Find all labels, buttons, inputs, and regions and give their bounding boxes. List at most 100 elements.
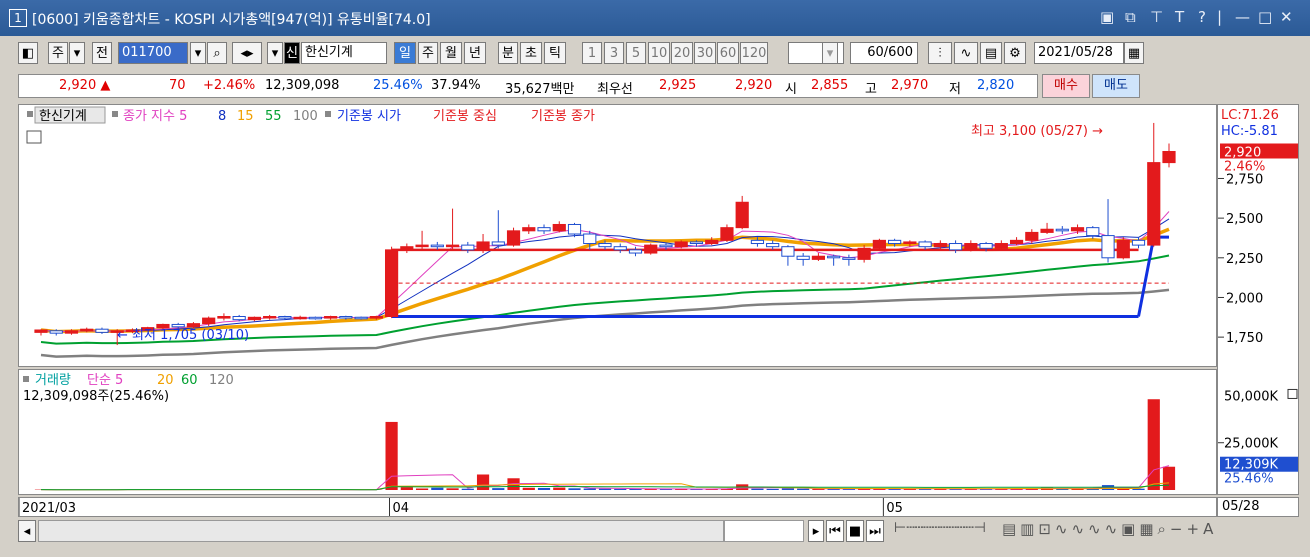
scroll-right-icon[interactable]: ▸ xyxy=(808,520,824,542)
candle xyxy=(659,244,673,248)
candle xyxy=(202,317,216,325)
font-icon[interactable]: T xyxy=(1175,8,1184,26)
candle xyxy=(95,328,109,333)
candle xyxy=(384,249,399,318)
layout-icon[interactable]: ▣ xyxy=(1100,8,1114,26)
first-icon[interactable]: ⏮ xyxy=(826,520,844,542)
volume-tick-label: 50,000K xyxy=(1224,389,1278,404)
legend-marker xyxy=(27,111,33,117)
current-volume-rate: 25.46% xyxy=(1224,472,1274,487)
tab-minute[interactable]: 분 xyxy=(498,42,518,64)
candle xyxy=(171,323,185,328)
candle xyxy=(705,239,719,245)
minute-3[interactable]: 3 xyxy=(604,42,624,64)
candle xyxy=(979,243,993,249)
market-dropdown-icon[interactable]: ▾ xyxy=(69,42,85,64)
ma5-line xyxy=(40,211,1170,333)
price-axis: LC:71.26 HC:-5.81 2,750 2,500 2,250 2,000 1,75… xyxy=(1217,104,1299,495)
candle xyxy=(948,243,963,251)
search-icon[interactable]: ⌕ xyxy=(207,42,227,64)
volume-bar xyxy=(431,487,444,490)
candle xyxy=(552,223,566,232)
minute-30[interactable]: 30 xyxy=(694,42,716,64)
date-input[interactable]: 2021/05/28 xyxy=(1034,42,1124,64)
candle xyxy=(217,316,231,319)
last-icon[interactable]: ⏭ xyxy=(866,520,884,542)
scroll-thumb[interactable] xyxy=(724,520,804,542)
minute-1[interactable]: 1 xyxy=(582,42,602,64)
stock-code-input[interactable]: 011700 xyxy=(118,42,188,64)
volume-chart-panel[interactable]: 거래량 단순 5 20 60 120 12,309,098주(25.46%) xyxy=(18,369,1217,495)
high-annotation: 최고 3,100 (05/27) → xyxy=(971,124,1103,139)
buy-button[interactable]: 매수 xyxy=(1042,74,1090,98)
volume-bar xyxy=(492,488,505,490)
scroll-left-icon[interactable]: ◂ xyxy=(18,520,36,542)
candle xyxy=(644,244,658,254)
indicator-icon[interactable]: ⫶ xyxy=(928,42,952,64)
volume-legend-ma60: 60 xyxy=(181,373,198,388)
calendar-icon[interactable]: ▦ xyxy=(1124,42,1144,64)
copy-icon[interactable]: ⧉ xyxy=(1125,8,1136,26)
minute-120[interactable]: 120 xyxy=(740,42,768,64)
sell-button[interactable]: 매도 xyxy=(1092,74,1140,98)
save-icon[interactable]: ▤ xyxy=(980,42,1002,64)
stop-icon[interactable]: ■ xyxy=(846,520,864,542)
tab-month[interactable]: 월 xyxy=(440,42,462,64)
volume-bar xyxy=(614,488,627,490)
quote-bar: 2,920 ▲ 70 +2.46% 12,309,098 25.46% 37.9… xyxy=(18,74,1038,98)
volume-bar xyxy=(537,487,551,490)
candle xyxy=(796,255,810,260)
code-dropdown-icon[interactable]: ▾ xyxy=(190,42,206,64)
tab-second[interactable]: 초 xyxy=(520,42,542,64)
prev-button[interactable]: 전 xyxy=(92,42,112,64)
trade-volume: 12,309,098 xyxy=(265,78,340,93)
drawing-tools[interactable]: ▤▥⊡∿∿∿∿▣▦⌕−+A xyxy=(1002,520,1302,542)
bar-count-field[interactable]: 60/600 xyxy=(850,42,918,64)
tab-week[interactable]: 주 xyxy=(418,42,438,64)
candle xyxy=(872,239,886,249)
volume-bar xyxy=(781,488,795,490)
draw-tool-icon[interactable]: ∿ xyxy=(954,42,978,64)
audio-icon[interactable]: ◂▸ xyxy=(232,42,262,64)
minute-10[interactable]: 10 xyxy=(648,42,670,64)
candle xyxy=(537,227,551,232)
minute-60[interactable]: 60 xyxy=(717,42,739,64)
zoom-slider[interactable]: ⊢┄┄┄┄┄┄┄┄⊣ xyxy=(894,520,994,542)
axis-svg: LC:71.26HC:-5.81 2,750 2,500 2,250 2,000 1,75… xyxy=(1218,108,1298,487)
pin-icon[interactable]: ⊤ xyxy=(1150,8,1163,26)
price-tick-label: 2,500 xyxy=(1226,212,1263,227)
price-chart-panel[interactable]: 한신기계 종가 지수 5 8 15 55 100 기준봉 시가 기준봉 중심 기준봉 종가 최고 … xyxy=(18,104,1217,367)
volume-bar xyxy=(797,488,810,490)
volume-bar xyxy=(446,488,459,490)
window-title: [0600] 키움종합차트 - KOSPI 시가총액[947(억)] 유통비율[… xyxy=(32,12,431,28)
settings-gear-icon[interactable]: ⚙ xyxy=(1004,42,1026,64)
volume-bar xyxy=(1147,399,1160,490)
tab-year[interactable]: 년 xyxy=(464,42,486,64)
price-change: 70 xyxy=(169,78,186,93)
tab-tick[interactable]: 틱 xyxy=(544,42,566,64)
market-select[interactable]: 주 xyxy=(48,42,68,64)
horizontal-scrollbar[interactable] xyxy=(38,520,724,542)
volume-bar xyxy=(553,487,566,490)
close-icon[interactable]: ✕ xyxy=(1280,8,1293,26)
tab-day[interactable]: 일 xyxy=(394,42,416,64)
maximize-icon[interactable]: □ xyxy=(1258,8,1272,26)
volume-bar xyxy=(766,488,779,490)
candle xyxy=(1131,239,1146,246)
vol-ma5-line xyxy=(40,465,1170,491)
minimize-icon[interactable]: — xyxy=(1235,8,1250,26)
minute-5[interactable]: 5 xyxy=(626,42,646,64)
price-tick-label: 1,750 xyxy=(1226,331,1263,346)
low-price: 2,820 xyxy=(977,78,1015,93)
stock-name-field[interactable]: 한신기계 xyxy=(301,42,387,64)
help-icon[interactable]: ? xyxy=(1198,8,1206,26)
price-tick-label: 2,000 xyxy=(1226,291,1263,306)
volume-legend-title: 거래량 xyxy=(35,373,71,388)
audio-dropdown-icon[interactable]: ▾ xyxy=(267,42,283,64)
candle xyxy=(720,227,734,241)
candle xyxy=(324,316,338,319)
panel-toggle-icon[interactable]: ◧ xyxy=(18,42,38,64)
minute-20[interactable]: 20 xyxy=(671,42,693,64)
period-dropdown-icon[interactable]: ▾ xyxy=(822,42,838,64)
volume-ratio: 37.94% xyxy=(431,78,481,93)
